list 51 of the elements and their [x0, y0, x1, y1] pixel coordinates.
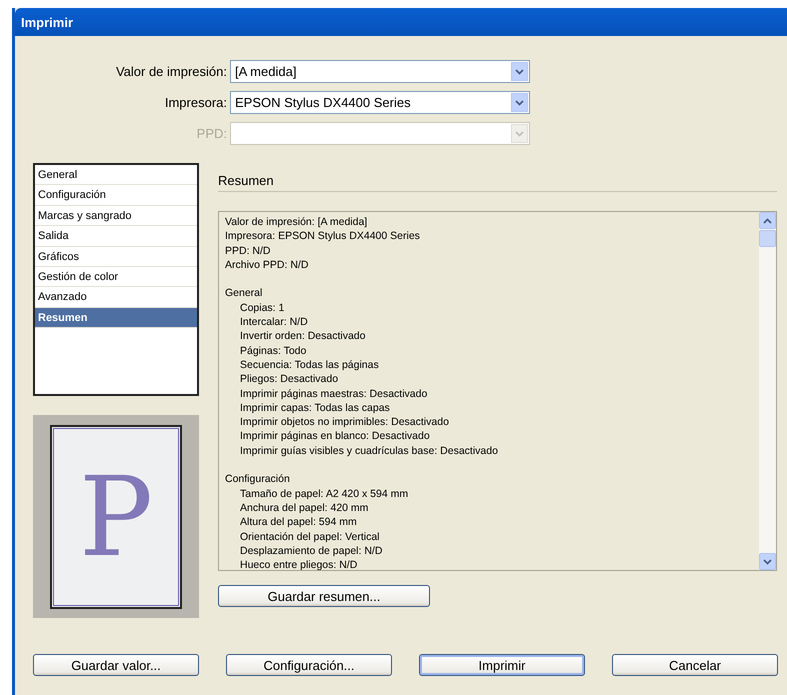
summary-line: Orientación del papel: Vertical: [239, 530, 380, 544]
dialog-button[interactable]: Configuración...: [226, 654, 392, 676]
dialog-button[interactable]: Guardar valor...: [33, 654, 199, 676]
dropdown[interactable]: [230, 122, 530, 145]
summary-heading: General: [225, 286, 264, 301]
chevron-down-icon: [511, 124, 528, 143]
preview-letter: P: [78, 462, 153, 572]
summary-line: Intercalar: N/D: [239, 315, 309, 330]
summary-line: Archivo PPD: N/D: [225, 258, 310, 272]
save-summary-button[interactable]: Guardar resumen...: [218, 585, 430, 607]
field-label: PPD:: [196, 126, 227, 141]
scrollbar[interactable]: [759, 212, 776, 570]
summary-line: Valor de impresión: [A medida]: [225, 215, 368, 230]
summary-line: Pliegos: Desactivado: [239, 372, 340, 387]
summary-line: Invertir orden: Desactivado: [239, 329, 366, 344]
summary-line: Tamaño de papel: A2 420 x 594 mm: [239, 486, 410, 501]
summary-line: Desplazamiento de papel: N/D: [239, 544, 384, 558]
dialog-button[interactable]: Imprimir: [419, 654, 585, 676]
summary-line: Imprimir capas: Todas las capas: [239, 400, 391, 416]
window-title: Imprimir: [21, 14, 74, 30]
chevron-down-icon: [511, 93, 528, 112]
scroll-down-icon[interactable]: [759, 553, 776, 570]
summary-line: Imprimir objetos no imprimibles: Desactivado: [239, 415, 450, 430]
chevron-down-icon: [511, 62, 528, 81]
scroll-thumb[interactable]: [759, 230, 776, 247]
category-item[interactable]: Gráficos: [35, 246, 197, 267]
summary-line: Páginas: Todo: [239, 344, 308, 358]
category-item[interactable]: Gestión de color: [35, 266, 197, 288]
summary-line: Impresora: EPSON Stylus DX4400 Series: [225, 229, 421, 244]
summary-line: Secuencia: Todas las páginas: [239, 358, 380, 372]
dropdown[interactable]: EPSON Stylus DX4400 Series: [230, 91, 530, 114]
summary-line: Anchura del papel: 420 mm: [239, 500, 370, 516]
summary-line: Imprimir guías visibles y cuadrículas base: Desactivado: [239, 444, 499, 458]
category-item[interactable]: Resumen: [35, 308, 197, 328]
dropdown[interactable]: [A medida]: [230, 60, 530, 83]
summary-line: PPD: N/D: [225, 244, 272, 258]
summary-line: Imprimir páginas maestras: Desactivado: [239, 386, 428, 401]
category-item[interactable]: Salida: [35, 226, 197, 247]
section-title: Resumen: [218, 163, 777, 192]
scroll-up-icon[interactable]: [759, 212, 776, 229]
field-label: Impresora:: [164, 95, 227, 110]
summary-line: Altura del papel: 594 mm: [239, 515, 358, 530]
summary-heading: Configuración: [225, 472, 291, 487]
summary-line: Hueco entre pliegos: N/D: [239, 558, 358, 570]
category-item[interactable]: Marcas y sangrado: [35, 206, 197, 226]
dialog-button[interactable]: Cancelar: [612, 654, 778, 676]
category-item[interactable]: General: [35, 165, 197, 186]
summary-line: Copias: 1: [239, 300, 286, 316]
field-label: Valor de impresión:: [114, 64, 227, 79]
category-item[interactable]: Configuración: [35, 185, 197, 206]
summary-line: Imprimir páginas en blanco: Desactivado: [239, 429, 431, 444]
